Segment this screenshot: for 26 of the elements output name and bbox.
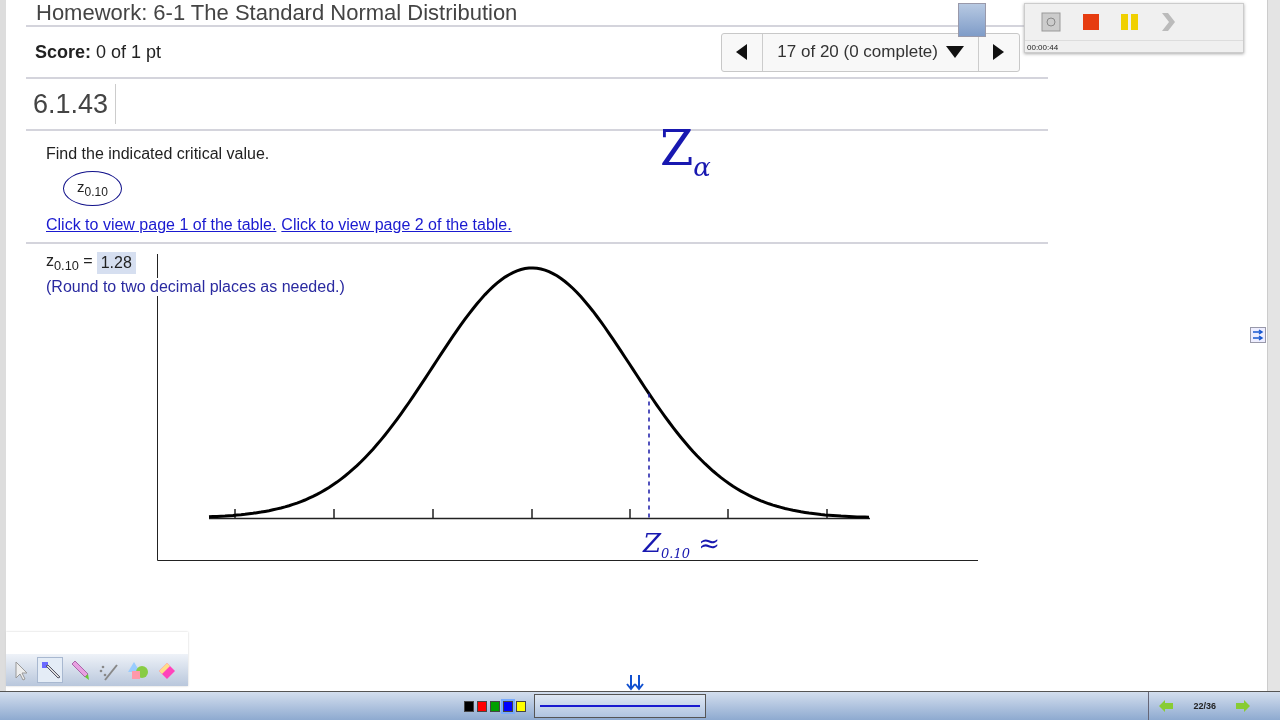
- color-swatch[interactable]: [477, 700, 487, 712]
- color-swatch[interactable]: [464, 700, 474, 712]
- pen-icon: [39, 659, 61, 681]
- handwritten-note: Z$_{α}$: [660, 120, 711, 182]
- rounding-hint: (Round to two decimal places as needed.): [46, 278, 345, 296]
- question-number: 6.1.43: [26, 84, 117, 124]
- right-triangle-icon: [993, 44, 1005, 60]
- line-sample-icon: [540, 704, 700, 708]
- table-link[interactable]: Click to view page 1 of the table.: [46, 216, 277, 234]
- pen-tool[interactable]: [37, 657, 63, 683]
- color-swatch[interactable]: [490, 700, 500, 712]
- color-swatch[interactable]: [503, 700, 513, 712]
- scrollbar[interactable]: [1267, 0, 1280, 692]
- color-swatch[interactable]: [516, 700, 526, 712]
- recording-time: 00:00:44: [1025, 40, 1243, 54]
- double-arrow-icon[interactable]: [1250, 327, 1266, 343]
- handwritten-note: Z$_{0.10}$ ≈: [643, 528, 721, 562]
- answer-field[interactable]: 1.28: [96, 252, 136, 274]
- table-link[interactable]: Click to view page 2 of the table.: [281, 216, 512, 234]
- score-text: Score: 0 of 1 pt: [35, 41, 162, 63]
- answer-label: z$_{0.10}$ =: [46, 252, 93, 274]
- down-triangle-icon: [946, 46, 964, 58]
- line-width-selector[interactable]: [534, 694, 706, 718]
- page-counter: 22/36: [1193, 701, 1216, 711]
- down-arrows-icon[interactable]: [626, 674, 644, 691]
- left-triangle-icon: [736, 44, 749, 60]
